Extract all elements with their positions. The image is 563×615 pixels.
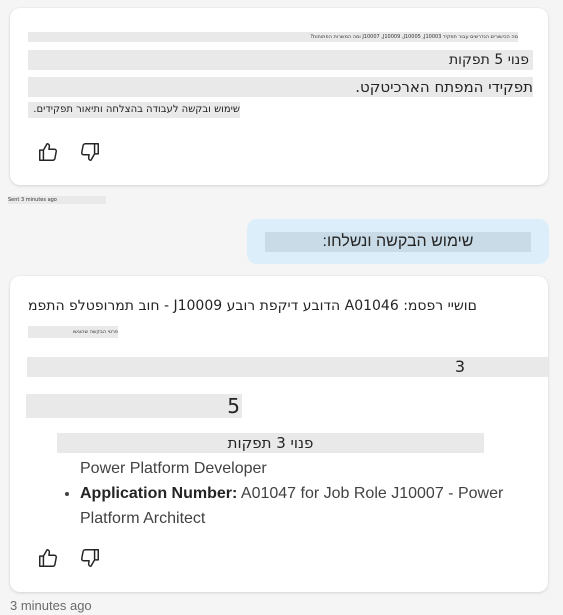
- thumbs-up-button[interactable]: [34, 544, 62, 572]
- row-three: 3: [27, 357, 548, 377]
- feedback-row: [34, 544, 104, 572]
- user-message-bubble: שימוש הבקשה ונשלחו:: [247, 219, 549, 264]
- list-item: Application Number: A01047 for Job Role …: [80, 481, 520, 531]
- thumbs-down-icon: [81, 143, 99, 161]
- row-five: 5: [26, 394, 242, 418]
- invite-line: שימוש ובקשה לעבודה בהצלחה ותיאור תפקידים…: [28, 102, 240, 118]
- thumbs-up-button[interactable]: [34, 138, 62, 166]
- thumbs-up-icon: [39, 549, 57, 567]
- message-timestamp: 3 minutes ago: [10, 598, 92, 613]
- application-subline: פרטי הבקשה שהוגשו: [28, 326, 118, 338]
- sent-meta: Sent 3 minutes ago: [8, 196, 106, 204]
- user-message-text: שימוש הבקשה ונשלחו:: [265, 232, 531, 252]
- thumbs-down-button[interactable]: [76, 544, 104, 572]
- application-line: חוב תמרופטלפ התפמ - J10009 הדובע דיקפת ר…: [28, 298, 476, 314]
- thumbs-down-button[interactable]: [76, 138, 104, 166]
- vacancies-line-2: פנוי 3 תפקות: [57, 433, 484, 453]
- garbled-text-top: מה הכישורים הנדרשים עבור תפקיד J10007 ,J…: [28, 32, 518, 42]
- feedback-row: [34, 138, 104, 166]
- assistant-message-card: חוב תמרופטלפ התפמ - J10009 הדובע דיקפת ר…: [10, 276, 548, 592]
- application-number-label: Application Number:: [80, 485, 238, 502]
- application-list: Power Platform Developer Application Num…: [60, 456, 520, 531]
- list-item-continuation: Power Platform Developer: [80, 460, 267, 477]
- vacancies-line: פנוי 5 תפקות: [28, 50, 533, 70]
- thumbs-down-icon: [81, 549, 99, 567]
- assistant-message-card: מה הכישורים הנדרשים עבור תפקיד J10007 ,J…: [10, 8, 548, 185]
- thumbs-up-icon: [39, 143, 57, 161]
- roles-line: תפקידי המפתח הארכיטקט.: [28, 77, 533, 97]
